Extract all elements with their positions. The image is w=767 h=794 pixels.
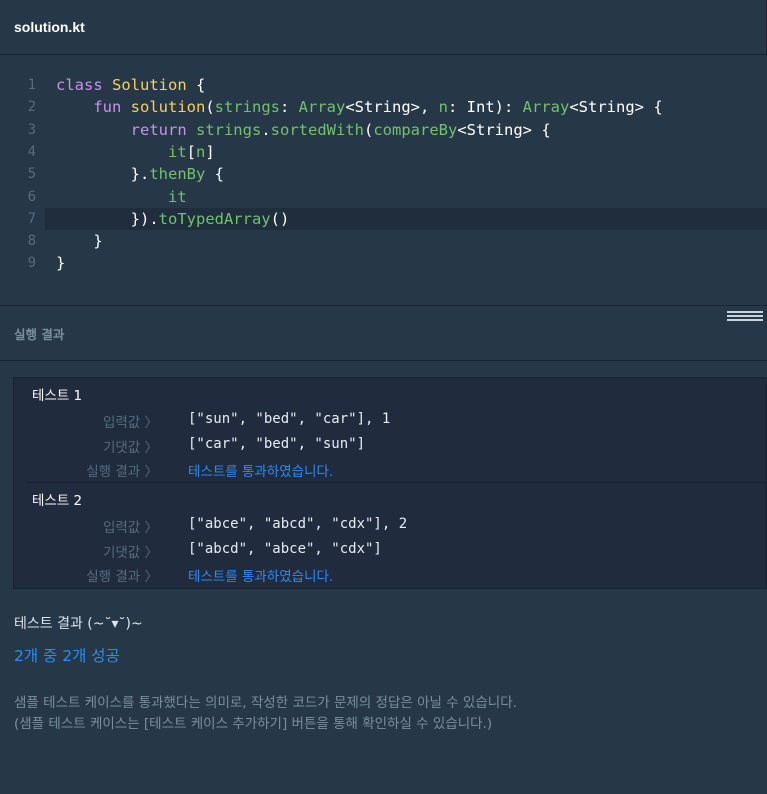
code-editor[interactable]: 1 class Solution {2 fun solution(strings:…: [0, 55, 767, 305]
code-text: }: [56, 230, 103, 252]
code-line[interactable]: 1 class Solution {: [0, 74, 767, 96]
code-token: {: [205, 165, 224, 184]
code-token: strings: [195, 120, 262, 139]
code-token: n: [196, 142, 206, 161]
code-line[interactable]: 4 it[n]: [0, 141, 767, 163]
code-token: sortedWith: [270, 120, 364, 139]
test-2-expected-value: ["abcd", "abce", "cdx"]: [188, 541, 382, 557]
code-text: it[n]: [56, 141, 215, 163]
test-1-expected-value: ["car", "bed", "sun"]: [188, 436, 366, 452]
test-1-result-label: 실행 결과 〉: [86, 464, 158, 480]
file-tab[interactable]: solution.kt: [14, 19, 85, 35]
code-token: (: [363, 120, 374, 139]
code-token: fun: [56, 98, 131, 117]
test-2-result-value: 테스트를 통과하였습니다.: [188, 569, 334, 585]
code-token: Solution: [112, 76, 187, 94]
code-line[interactable]: 8 }: [0, 230, 767, 252]
code-token: return: [56, 120, 196, 139]
code-text: fun solution(strings: Array<String>, n: …: [56, 96, 663, 118]
code-token: }.: [56, 165, 150, 184]
code-line[interactable]: 7 }).toTypedArray(): [0, 207, 767, 230]
line-number: 5: [27, 166, 36, 183]
line-number: 8: [27, 233, 36, 250]
code-token: solution: [130, 98, 206, 117]
test-separator: [27, 482, 766, 483]
line-number: 6: [27, 188, 36, 205]
code-token: }).: [56, 209, 159, 228]
test-1-input-value: ["sun", "bed", "car"], 1: [188, 411, 391, 427]
resize-handle-icon[interactable]: [727, 311, 763, 321]
code-token: thenBy: [149, 165, 206, 184]
code-text: class Solution {: [56, 74, 205, 96]
editor-tab-bar: solution.kt: [0, 0, 767, 55]
line-number: 1: [27, 77, 36, 93]
code-token: it: [167, 187, 187, 206]
test-1-result-value: 테스트를 통과하였습니다.: [188, 464, 334, 480]
code-token: toTypedArray: [158, 209, 271, 228]
code-line[interactable]: 3 return strings.sortedWith(compareBy<St…: [0, 119, 767, 141]
line-number: 9: [27, 255, 36, 272]
code-token: compareBy: [373, 120, 458, 139]
code-line[interactable]: 5 }.thenBy {: [0, 163, 767, 185]
code-token: it: [167, 142, 187, 161]
code-token: .: [261, 120, 271, 139]
line-number: 7: [27, 210, 36, 227]
test-results-panel: 테스트 1 입력값 〉 ["sun", "bed", "car"], 1 기댓값…: [13, 377, 767, 589]
code-token: strings: [214, 98, 280, 117]
line-number: 3: [27, 121, 36, 138]
code-token: }: [56, 232, 103, 251]
code-token: n: [438, 98, 448, 117]
test-2-input-label: 입력값 〉: [102, 520, 158, 536]
result-header: 실행 결과: [0, 306, 767, 361]
code-token: <String> {: [457, 120, 551, 139]
code-text: return strings.sortedWith(compareBy<Stri…: [56, 119, 551, 141]
note-line-1: 샘플 테스트 케이스를 통과했다는 의미로, 작성한 코드가 문제의 정답은 아…: [14, 695, 517, 711]
test-2-expected-label: 기댓값 〉: [102, 545, 158, 561]
test-2-result-label: 실행 결과 〉: [86, 569, 158, 585]
code-token: [: [186, 142, 196, 161]
code-token: ]: [205, 142, 215, 161]
code-text: }).toTypedArray(): [56, 208, 290, 230]
test-2-input-value: ["abce", "abcd", "cdx"], 2: [188, 516, 408, 532]
line-number: 2: [27, 99, 36, 116]
line-number: 4: [27, 143, 36, 160]
code-token: Array: [298, 98, 346, 117]
code-line[interactable]: 6 it: [0, 186, 767, 208]
test-1-expected-label: 기댓값 〉: [102, 440, 158, 456]
test-1-input-label: 입력값 〉: [102, 415, 158, 431]
code-token: class: [56, 76, 112, 94]
code-token: <String>,: [345, 98, 439, 117]
code-token: Array: [522, 98, 570, 117]
code-token: {: [186, 76, 206, 94]
summary-title: 테스트 결과 (~˘▾˘)~: [14, 616, 143, 632]
code-token: : Int):: [448, 98, 523, 117]
code-text: it: [56, 186, 187, 208]
code-token: (: [205, 98, 215, 117]
code-token: }: [56, 254, 66, 273]
code-text: }: [56, 252, 65, 274]
code-token: :: [279, 98, 299, 117]
result-title: 실행 결과: [14, 327, 65, 342]
code-line[interactable]: 9}: [0, 252, 767, 274]
test-2-title: 테스트 2: [32, 493, 83, 509]
code-token: <String> {: [569, 98, 663, 117]
code-line[interactable]: 2 fun solution(strings: Array<String>, n…: [0, 96, 767, 118]
code-text: }.thenBy {: [56, 163, 224, 185]
note-line-2: (샘플 테스트 케이스는 [테스트 케이스 추가하기] 버튼을 통해 확인하실 …: [14, 716, 493, 732]
test-1-title: 테스트 1: [32, 388, 83, 404]
summary-count: 2개 중 2개 성공: [14, 647, 120, 665]
code-token: (): [270, 209, 290, 228]
